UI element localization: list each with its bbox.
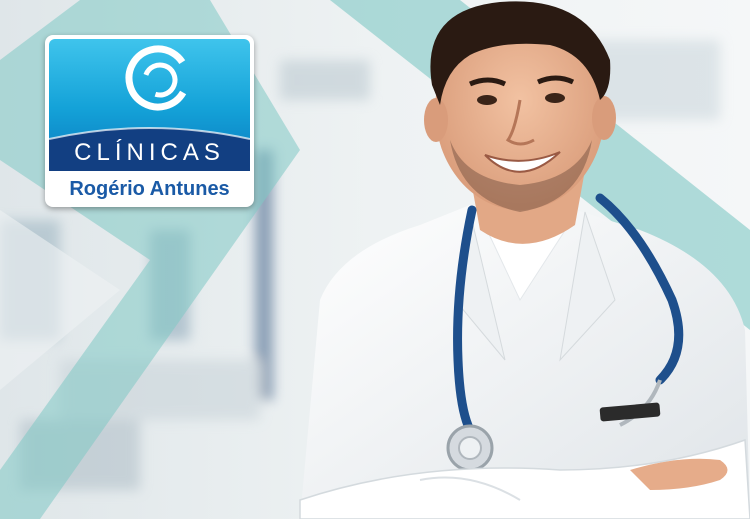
logo-title: CLÍNICAS: [74, 139, 225, 166]
logo-subtitle: Rogério Antunes: [69, 178, 230, 200]
swirl-logo-icon: [125, 45, 191, 111]
clinic-logo[interactable]: CLÍNICAS Rogério Antunes: [45, 35, 254, 207]
hero-banner: CLÍNICAS Rogério Antunes: [0, 0, 750, 519]
